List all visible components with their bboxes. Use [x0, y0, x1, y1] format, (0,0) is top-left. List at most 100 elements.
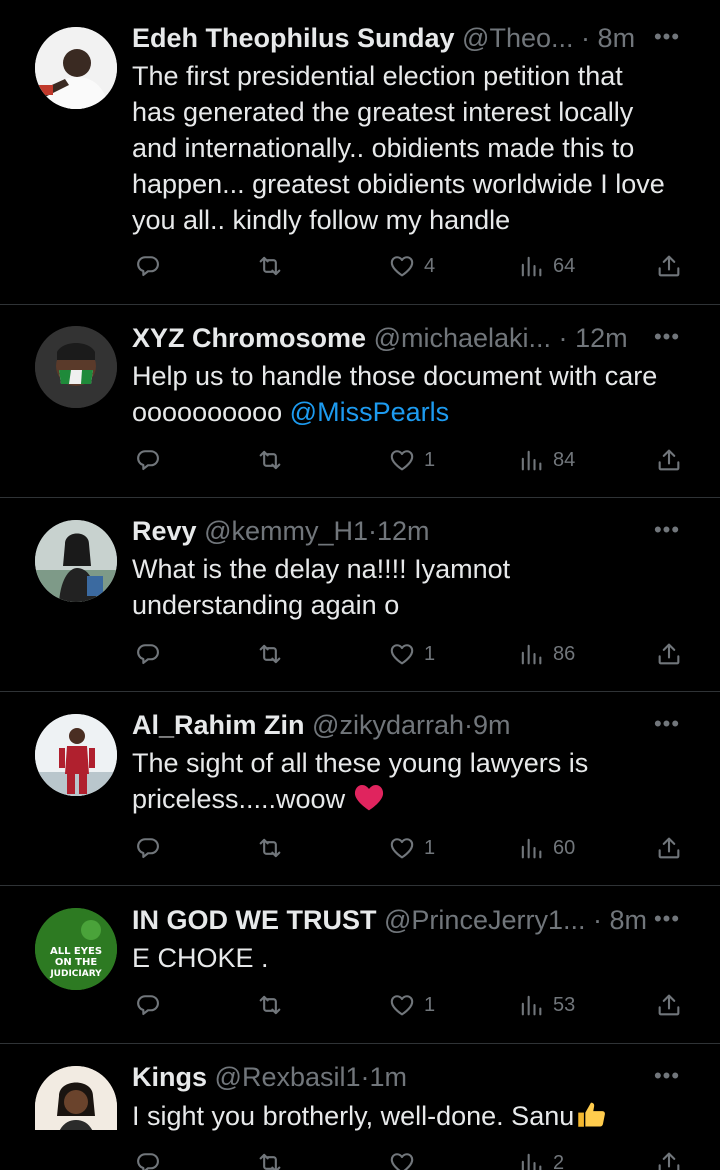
tweet-text-line: and internationally.. obidients made thi… [132, 133, 635, 163]
view-count: 64 [553, 254, 576, 277]
reply-button[interactable] [134, 251, 162, 281]
views-button[interactable]: 64 [517, 251, 575, 281]
user-handle[interactable]: @kemmy_H1 [204, 516, 368, 546]
mention-link[interactable]: @MissPearls [290, 397, 449, 427]
svg-text:ON THE: ON THE [55, 957, 98, 968]
retweet-icon [256, 252, 284, 280]
retweet-button[interactable] [256, 251, 284, 281]
tweet-card[interactable]: Al_Rahim Zin @zikydarrah·9m ••• The sigh… [0, 692, 720, 885]
timestamp[interactable]: 8m [610, 905, 648, 935]
views-button[interactable]: 2 [517, 1148, 564, 1170]
separator-dot: · [581, 23, 591, 53]
user-handle[interactable]: @zikydarrah [312, 710, 464, 740]
svg-text:ALL EYES: ALL EYES [50, 946, 102, 957]
like-count: 1 [424, 448, 436, 471]
views-button[interactable]: 60 [517, 833, 575, 863]
share-icon [655, 446, 683, 474]
display-name[interactable]: XYZ Chromosome [132, 323, 366, 353]
views-button[interactable]: 86 [517, 639, 575, 669]
avatar[interactable] [35, 326, 117, 408]
retweet-button[interactable] [256, 445, 284, 475]
retweet-button[interactable] [256, 833, 284, 863]
views-button[interactable]: 84 [517, 445, 575, 475]
reply-button[interactable] [134, 1148, 162, 1170]
tweet-card[interactable]: Edeh Theophilus Sunday @Theo... · 8m •••… [0, 0, 720, 304]
tweet-text-line: oooooooooo @MissPearls [132, 394, 690, 430]
display-name[interactable]: Revy [132, 516, 197, 546]
more-icon[interactable]: ••• [652, 908, 682, 930]
views-icon [517, 640, 545, 668]
more-icon[interactable]: ••• [652, 519, 682, 541]
reply-button[interactable] [134, 445, 162, 475]
tweet-card[interactable]: ALL EYES ON THE JUDICIARY IN GOD WE TRUS… [0, 886, 720, 1043]
separator-dot: · [558, 323, 568, 353]
tweet-text-fragment: oooooooooo [132, 397, 290, 427]
svg-text:JUDICIARY: JUDICIARY [49, 969, 102, 979]
user-handle[interactable]: @Theo... [462, 23, 573, 53]
display-name[interactable]: Kings [132, 1062, 207, 1092]
user-handle[interactable]: @michaelaki... [374, 323, 551, 353]
action-bar: 2 [0, 1148, 720, 1170]
separator-dot: · [368, 516, 378, 546]
like-button[interactable]: 1 [388, 639, 435, 669]
share-button[interactable] [655, 990, 683, 1020]
avatar[interactable]: ALL EYES ON THE JUDICIARY [35, 908, 117, 990]
views-icon [517, 446, 545, 474]
tweet-header: Revy @kemmy_H1·12m [132, 513, 690, 549]
timestamp[interactable]: 8m [598, 23, 636, 53]
tweet-card[interactable]: Kings @Rexbasil1·1m ••• I sight you brot… [0, 1044, 720, 1170]
avatar[interactable] [35, 714, 117, 796]
more-icon[interactable]: ••• [652, 1065, 682, 1087]
display-name[interactable]: Edeh Theophilus Sunday [132, 23, 455, 53]
like-button[interactable]: 1 [388, 445, 435, 475]
tweet-header: Kings @Rexbasil1·1m [132, 1059, 690, 1095]
timestamp[interactable]: 12m [377, 516, 430, 546]
tweet-card[interactable]: Revy @kemmy_H1·12m ••• What is the delay… [0, 498, 720, 691]
tweet-text-fragment: priceless.....woow [132, 784, 353, 814]
share-button[interactable] [655, 833, 683, 863]
timestamp[interactable]: 9m [473, 710, 511, 740]
more-icon[interactable]: ••• [652, 26, 682, 48]
retweet-button[interactable] [256, 990, 284, 1020]
display-name[interactable]: Al_Rahim Zin [132, 710, 305, 740]
view-count: 84 [553, 448, 576, 471]
action-bar: 1 86 [0, 639, 720, 669]
retweet-button[interactable] [256, 1148, 284, 1170]
like-button[interactable] [388, 1148, 424, 1170]
more-icon[interactable]: ••• [652, 713, 682, 735]
like-button[interactable]: 4 [388, 251, 435, 281]
share-button[interactable] [655, 1148, 683, 1170]
avatar[interactable] [35, 27, 117, 109]
user-handle[interactable]: @PrinceJerry1... [384, 905, 585, 935]
view-count: 2 [553, 1151, 565, 1170]
action-bar: 1 60 [0, 833, 720, 863]
like-button[interactable]: 1 [388, 833, 435, 863]
share-button[interactable] [655, 251, 683, 281]
timestamp[interactable]: 12m [575, 323, 628, 353]
reply-button[interactable] [134, 990, 162, 1020]
red-heart-emoji [353, 782, 385, 821]
reply-button[interactable] [134, 833, 162, 863]
heart-icon [388, 446, 416, 474]
retweet-icon [256, 991, 284, 1019]
reply-icon [134, 252, 162, 280]
share-button[interactable] [655, 639, 683, 669]
like-button[interactable]: 1 [388, 990, 435, 1020]
views-button[interactable]: 53 [517, 990, 575, 1020]
reply-button[interactable] [134, 639, 162, 669]
heart-icon [388, 1149, 416, 1170]
more-icon[interactable]: ••• [652, 326, 682, 348]
retweet-button[interactable] [256, 639, 284, 669]
tweet-text: I sight you brotherly, well-done. Sanu [132, 1097, 690, 1131]
retweet-icon [256, 1149, 284, 1170]
timestamp[interactable]: 1m [370, 1062, 408, 1092]
avatar[interactable] [35, 520, 117, 602]
share-button[interactable] [655, 445, 683, 475]
avatar[interactable] [35, 1066, 117, 1130]
view-count: 86 [553, 642, 576, 665]
display-name[interactable]: IN GOD WE TRUST [132, 905, 377, 935]
views-icon [517, 252, 545, 280]
share-icon [655, 991, 683, 1019]
user-handle[interactable]: @Rexbasil1 [215, 1062, 361, 1092]
tweet-card[interactable]: XYZ Chromosome @michaelaki... · 12m ••• … [0, 305, 720, 497]
